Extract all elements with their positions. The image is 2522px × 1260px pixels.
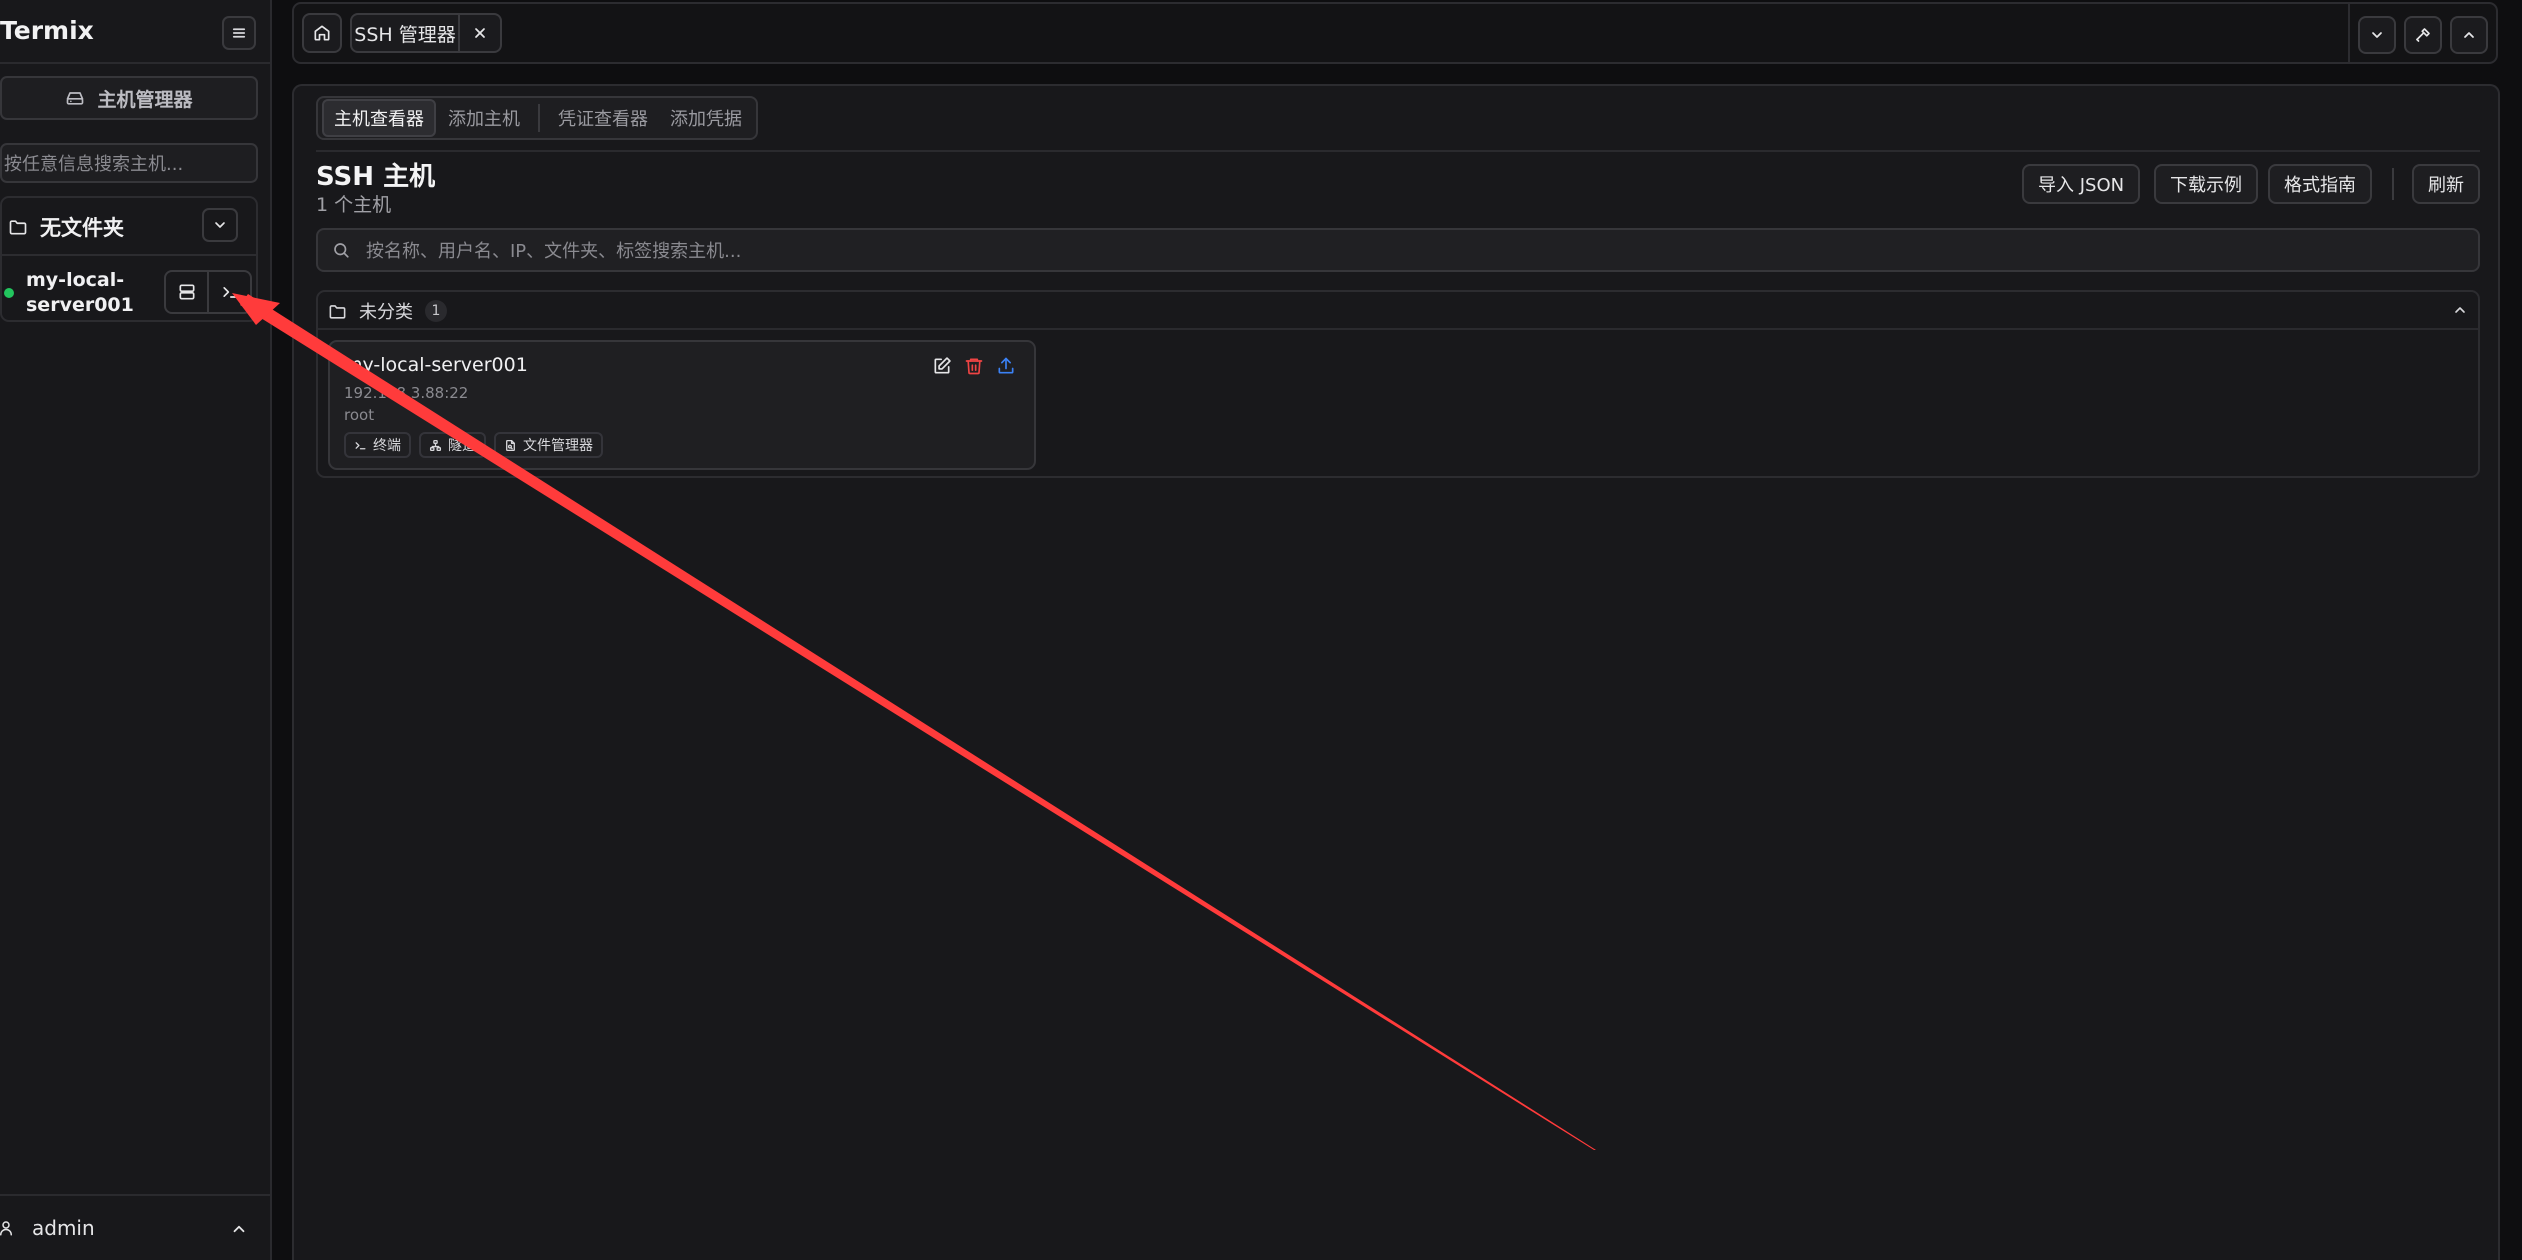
group-header[interactable]: 未分类 1 bbox=[328, 298, 447, 324]
open-file-manager-tag[interactable]: 文件管理器 bbox=[494, 432, 603, 458]
terminal-icon bbox=[355, 441, 366, 449]
format-guide-button[interactable]: 格式指南 bbox=[2268, 164, 2372, 204]
sidebar-search-placeholder: 按任意信息搜索主机... bbox=[4, 154, 184, 175]
user-icon bbox=[0, 1221, 12, 1236]
server-icon bbox=[179, 284, 194, 300]
host-card[interactable]: my-local-server001 192.168.3.88:22 root … bbox=[328, 340, 1036, 470]
host-manager-button[interactable]: 主机管理器 bbox=[0, 76, 258, 120]
host-card-tags: 终端 隧道 文件管理器 bbox=[344, 432, 603, 458]
host-card-user: root bbox=[344, 406, 375, 424]
tab-credential-viewer[interactable]: 凭证查看器 bbox=[548, 101, 658, 135]
edit-host-button[interactable] bbox=[932, 356, 952, 376]
host-card-name: my-local-server001 bbox=[344, 354, 528, 376]
host-group: 未分类 1 my-local-server001 192.168.3.88:22… bbox=[316, 290, 2480, 478]
divider bbox=[0, 1194, 272, 1196]
sidebar-host-name[interactable]: my-local-server001 bbox=[26, 268, 166, 318]
username: admin bbox=[32, 1216, 95, 1240]
chevron-up-icon bbox=[2464, 32, 2474, 38]
terminal-icon bbox=[222, 287, 237, 298]
sidebar-menu-button[interactable] bbox=[222, 16, 256, 50]
tab-label: SSH 管理器 bbox=[354, 23, 456, 46]
chevron-down-icon bbox=[2372, 32, 2382, 38]
menu-icon bbox=[232, 28, 246, 38]
tab-add-host[interactable]: 添加主机 bbox=[438, 101, 530, 135]
host-card-address: 192.168.3.88:22 bbox=[344, 384, 469, 402]
sidebar-host-actions bbox=[164, 270, 252, 314]
divider bbox=[538, 104, 540, 132]
divider bbox=[0, 62, 272, 64]
divider bbox=[316, 150, 2480, 152]
export-host-button[interactable] bbox=[996, 356, 1016, 376]
tab-close-button[interactable] bbox=[458, 15, 500, 51]
folder-name: 无文件夹 bbox=[40, 216, 124, 240]
tab-add-credential[interactable]: 添加凭据 bbox=[660, 101, 752, 135]
divider bbox=[2, 254, 256, 256]
sidebar-folder: 无文件夹 my-local-server001 bbox=[0, 196, 258, 322]
sidebar-search-input[interactable]: 按任意信息搜索主机... bbox=[0, 143, 258, 183]
user-menu[interactable]: admin bbox=[0, 1216, 95, 1240]
ssh-manager-panel: 主机查看器 添加主机 凭证查看器 添加凭据 SSH 主机 1 个主机 导入 JS… bbox=[292, 84, 2500, 1260]
folder-icon bbox=[329, 304, 346, 319]
tag-label: 隧道 bbox=[448, 438, 476, 454]
tab-bar: SSH 管理器 bbox=[292, 2, 2498, 64]
host-search-input[interactable]: 按名称、用户名、IP、文件夹、标签搜索主机... bbox=[316, 228, 2480, 272]
host-manager-label: 主机管理器 bbox=[97, 88, 193, 111]
home-icon bbox=[314, 25, 330, 41]
network-icon bbox=[429, 439, 442, 451]
open-tunnel-tag[interactable]: 隧道 bbox=[419, 432, 486, 458]
folder-icon bbox=[9, 220, 27, 235]
tab-host-viewer[interactable]: 主机查看器 bbox=[322, 99, 436, 137]
home-button[interactable] bbox=[302, 13, 342, 53]
folder-header[interactable]: 无文件夹 bbox=[8, 212, 124, 242]
delete-host-button[interactable] bbox=[964, 356, 984, 376]
host-status-online-icon bbox=[4, 288, 14, 298]
group-collapse-button[interactable] bbox=[2452, 302, 2468, 318]
file-search-icon bbox=[506, 439, 515, 451]
app-title: Termix bbox=[0, 16, 94, 45]
refresh-button[interactable]: 刷新 bbox=[2412, 164, 2480, 204]
open-terminal-tag[interactable]: 终端 bbox=[344, 432, 411, 458]
host-card-actions bbox=[932, 356, 1016, 376]
dropdown-button[interactable] bbox=[2358, 16, 2396, 54]
divider bbox=[318, 328, 2478, 330]
chevron-up-icon bbox=[233, 1225, 245, 1233]
host-count: 1 个主机 bbox=[316, 194, 392, 216]
import-json-button[interactable]: 导入 JSON bbox=[2022, 164, 2141, 204]
trash-icon bbox=[965, 358, 983, 375]
open-terminal-button[interactable] bbox=[207, 272, 250, 312]
open-server-button[interactable] bbox=[166, 272, 207, 312]
chevron-up-icon bbox=[2455, 307, 2465, 313]
view-tabs: 主机查看器 添加主机 凭证查看器 添加凭据 bbox=[316, 96, 758, 140]
close-icon bbox=[475, 28, 485, 38]
sidebar: Termix 主机管理器 按任意信息搜索主机... 无文件夹 my-local-… bbox=[0, 0, 272, 1260]
page-title: SSH 主机 bbox=[316, 162, 436, 192]
tools-button[interactable] bbox=[2404, 16, 2442, 54]
hammer-icon bbox=[2416, 28, 2430, 42]
tab-ssh-manager[interactable]: SSH 管理器 bbox=[350, 13, 502, 53]
chevron-down-icon bbox=[215, 222, 225, 228]
collapse-topbar-button[interactable] bbox=[2450, 16, 2488, 54]
upload-icon bbox=[998, 357, 1014, 374]
group-count-badge: 1 bbox=[425, 300, 447, 322]
divider bbox=[2348, 4, 2350, 62]
download-sample-button[interactable]: 下载示例 bbox=[2154, 164, 2258, 204]
divider bbox=[2392, 168, 2394, 200]
folder-collapse-button[interactable] bbox=[202, 208, 238, 242]
host-search-placeholder: 按名称、用户名、IP、文件夹、标签搜索主机... bbox=[366, 241, 742, 262]
group-name: 未分类 bbox=[359, 302, 413, 323]
edit-icon bbox=[934, 357, 951, 374]
tag-label: 文件管理器 bbox=[523, 438, 593, 454]
hard-drive-icon bbox=[67, 92, 84, 105]
search-icon bbox=[334, 243, 349, 258]
user-menu-toggle[interactable] bbox=[230, 1220, 248, 1238]
tag-label: 终端 bbox=[373, 438, 401, 454]
